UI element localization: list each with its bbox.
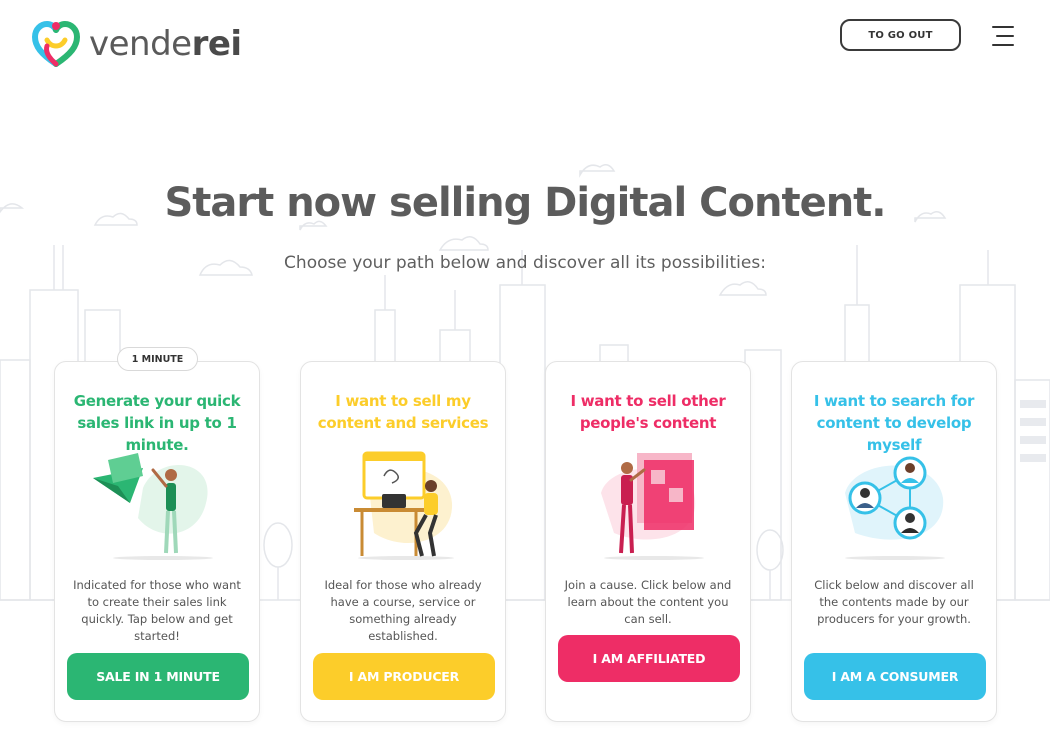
- card-producer: I want to sell my content and services I…: [300, 361, 506, 722]
- card-title: I want to sell my content and services: [317, 392, 489, 432]
- paper-plane-illustration: [93, 453, 213, 560]
- top-header: venderei TO GO OUT: [0, 0, 1050, 80]
- card-affiliate: I want to sell other people's content Jo…: [545, 361, 751, 722]
- hamburger-menu-icon[interactable]: [988, 24, 1014, 48]
- one-minute-badge: 1 MINUTE: [117, 347, 198, 371]
- card-description: Join a cause. Click below and learn abou…: [564, 578, 732, 626]
- card-description: Click below and discover all the content…: [814, 578, 974, 626]
- network-people-illustration: [845, 456, 945, 560]
- i-am-a-consumer-button[interactable]: I AM A CONSUMER: [804, 653, 986, 700]
- hero-title: Start now selling Digital Content.: [164, 180, 887, 226]
- card-description: Ideal for those who already have a cours…: [324, 578, 482, 643]
- card-consumer: I want to search for content to develop …: [791, 361, 997, 722]
- card-description: Indicated for those who want to create t…: [73, 578, 241, 643]
- logout-button[interactable]: TO GO OUT: [840, 19, 961, 51]
- i-am-affiliated-button[interactable]: I AM AFFILIATED: [558, 635, 740, 682]
- heart-logo-icon: [31, 20, 81, 67]
- card-title: I want to search for content to develop …: [813, 392, 975, 454]
- sale-in-1-minute-button[interactable]: SALE IN 1 MINUTE: [67, 653, 249, 700]
- logo-wordmark: venderei: [89, 24, 242, 64]
- hero-subtitle: Choose your path below and discover all …: [284, 253, 766, 273]
- laptop-worker-illustration: [354, 451, 454, 560]
- i-am-producer-button[interactable]: I AM PRODUCER: [313, 653, 495, 700]
- venderei-logo[interactable]: venderei: [31, 18, 242, 70]
- card-quick-sale: Generate your quick sales link in up to …: [54, 361, 260, 722]
- card-title: I want to sell other people's content: [570, 392, 726, 432]
- card-title: Generate your quick sales link in up to …: [73, 392, 241, 454]
- affiliate-illustration: [601, 453, 704, 560]
